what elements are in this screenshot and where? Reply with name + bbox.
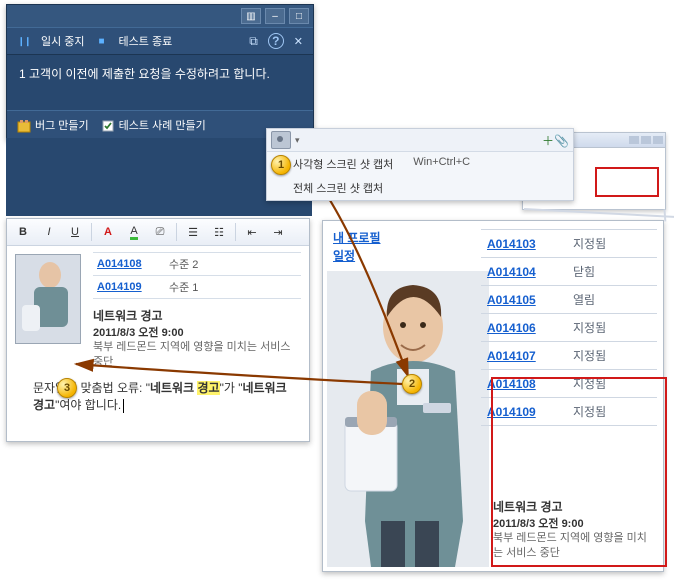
ticket-link[interactable]: A014109: [481, 405, 573, 419]
screenshot-menu: ▾ ＋📎 1 사각형 스크린 샷 캡처 Win+Ctrl+C 전체 스크린 샷 …: [266, 128, 574, 201]
ticket-status: 지정됨: [573, 347, 606, 364]
callout-1: 1: [271, 155, 291, 175]
help-icon[interactable]: [268, 33, 284, 49]
ticket-table: A014103지정됨 A014104닫힘 A014105열림 A014106지정…: [481, 229, 657, 426]
callout-2: 2: [402, 374, 422, 394]
screenshot-thumbnail[interactable]: [15, 254, 81, 344]
ticket-link[interactable]: A014109: [93, 281, 169, 293]
ticket-status: 닫힘: [573, 263, 595, 280]
italic-button[interactable]: I: [37, 221, 61, 243]
profile-panel: 내 프로필 일정 A014103지정됨 A014104닫힘 A014105열림 …: [322, 220, 664, 572]
table-row[interactable]: A014108 지정됨 수준 2: [93, 253, 301, 276]
runner-toolbar: 일시 중지 테스트 종료 ⧉: [7, 27, 313, 55]
number-list-button[interactable]: ☷: [207, 221, 231, 243]
table-row[interactable]: A014108지정됨: [481, 370, 657, 398]
dropdown-chevron-icon[interactable]: ▾: [295, 135, 300, 146]
table-row[interactable]: A014107지정됨: [481, 342, 657, 370]
alert-body: 북부 레드몬드 지역에 영향을 미치는 서비스 중단: [493, 531, 655, 561]
ticket-status: 열림: [573, 291, 595, 308]
mini-close-icon: [653, 136, 663, 144]
alert-title: 네트워크 경고: [493, 498, 655, 515]
menu-rect-shortcut: Win+Ctrl+C: [413, 156, 470, 172]
ticket-status: 지정됨: [573, 375, 606, 392]
table-row[interactable]: A014106지정됨: [481, 314, 657, 342]
minimize-icon[interactable]: –: [265, 8, 285, 24]
network-alert-block: 네트워크 경고 2011/8/3 오전 9:00 북부 레드몬드 지역에 영향을…: [493, 498, 655, 561]
create-test-case-button[interactable]: 테스트 사례 만들기: [101, 117, 206, 133]
camera-icon[interactable]: [271, 131, 291, 149]
notes-editor-window: B I U A A ⎚ ☰ ☷ ⇤ ⇥ A014108 지정됨 수준 2: [6, 218, 310, 442]
ticket-status: 지정됨: [573, 319, 606, 336]
outdent-button[interactable]: ⇤: [240, 221, 264, 243]
ticket-link[interactable]: A014108: [93, 258, 169, 270]
maximize-icon[interactable]: □: [289, 8, 309, 24]
bullet-list-button[interactable]: ☰: [181, 221, 205, 243]
ticket-link[interactable]: A014104: [481, 265, 573, 279]
table-row[interactable]: A014104닫힘: [481, 258, 657, 286]
text-caret: [123, 399, 124, 413]
ticket-status: 지정됨: [573, 403, 606, 420]
runner-titlebar: ▥ – □: [7, 5, 313, 27]
mini-max-icon: [641, 136, 651, 144]
clear-format-button[interactable]: ⎚: [148, 221, 172, 243]
editor-ticket-list: A014108 지정됨 수준 2 A014109 지정됨 수준 1: [93, 252, 301, 299]
pause-button[interactable]: 일시 중지: [41, 33, 85, 49]
table-row[interactable]: A014109 지정됨 수준 1: [93, 276, 301, 299]
alert-body: 북부 레드몬드 지역에 영향을 미치는 서비스 중단: [93, 340, 301, 370]
highlight-button[interactable]: A: [122, 221, 146, 243]
bug-icon: [17, 119, 31, 133]
ticket-link[interactable]: A014108: [481, 377, 573, 391]
bold-button[interactable]: B: [11, 221, 35, 243]
table-row[interactable]: A014109지정됨: [481, 398, 657, 426]
font-color-button[interactable]: A: [96, 221, 120, 243]
create-bug-button[interactable]: 버그 만들기: [17, 117, 89, 133]
end-test-button[interactable]: 테스트 종료: [119, 33, 173, 49]
ticket-status: 지정됨: [573, 235, 606, 252]
attach-icon[interactable]: ＋📎: [542, 132, 569, 149]
new-window-icon[interactable]: ⧉: [249, 34, 258, 49]
ticket-link[interactable]: A014103: [481, 237, 573, 251]
editor-toolbar: B I U A A ⎚ ☰ ☷ ⇤ ⇥: [7, 219, 309, 246]
pause-icon[interactable]: [17, 34, 31, 48]
test-runner-window: ▥ – □ 일시 중지 테스트 종료 ⧉ 1 고객이 이전에 제출한 요청을 수…: [6, 4, 314, 140]
menu-full-capture[interactable]: 전체 스크린 샷 캡처: [267, 176, 573, 200]
technician-photo: [327, 271, 489, 567]
test-step-text: 1 고객이 이전에 제출한 요청을 수정하려고 합니다.: [7, 55, 313, 82]
test-case-icon: [101, 119, 115, 133]
alert-title: 네트워크 경고: [93, 307, 301, 324]
ticket-level: 수준 1: [169, 279, 198, 295]
menu-rect-label: 사각형 스크린 샷 캡처: [293, 156, 393, 172]
network-alert-block: 네트워크 경고 2011/8/3 오전 9:00 북부 레드몬드 지역에 영향을…: [93, 307, 301, 370]
mini-region-highlight: [595, 167, 659, 197]
table-row[interactable]: A014103지정됨: [481, 230, 657, 258]
indent-button[interactable]: ⇥: [266, 221, 290, 243]
ticket-level: 수준 2: [169, 256, 198, 272]
ticket-link[interactable]: A014107: [481, 349, 573, 363]
close-icon[interactable]: [294, 35, 303, 48]
alert-time: 2011/8/3 오전 9:00: [493, 515, 655, 531]
dock-icon[interactable]: ▥: [241, 8, 261, 24]
menu-rect-capture[interactable]: 사각형 스크린 샷 캡처 Win+Ctrl+C: [267, 152, 573, 176]
table-row[interactable]: A014105열림: [481, 286, 657, 314]
ticket-link[interactable]: A014106: [481, 321, 573, 335]
stop-icon[interactable]: [95, 34, 109, 48]
underline-button[interactable]: U: [63, 221, 87, 243]
callout-3: 3: [57, 378, 77, 398]
mini-min-icon: [629, 136, 639, 144]
alert-time: 2011/8/3 오전 9:00: [93, 324, 301, 340]
ticket-link[interactable]: A014105: [481, 293, 573, 307]
